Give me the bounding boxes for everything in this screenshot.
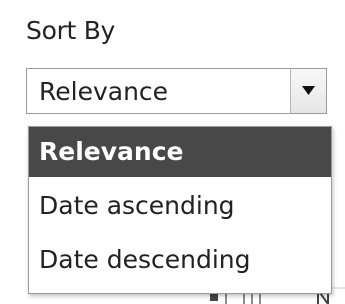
- sort-select[interactable]: Relevance: [26, 68, 327, 114]
- sort-select-value: Relevance: [39, 77, 169, 106]
- option-date-descending[interactable]: Date descending: [29, 235, 331, 285]
- triangle-down-icon: [302, 86, 315, 95]
- sort-by-label: Sort By: [26, 16, 116, 45]
- dropdown-button[interactable]: [290, 69, 326, 113]
- option-relevance[interactable]: Relevance: [29, 127, 331, 177]
- option-date-ascending[interactable]: Date ascending: [29, 181, 331, 231]
- sort-panel: Sort By Relevance Relevance Date ascendi…: [0, 0, 345, 304]
- sort-dropdown-menu: Relevance Date ascending Date descending: [28, 126, 332, 294]
